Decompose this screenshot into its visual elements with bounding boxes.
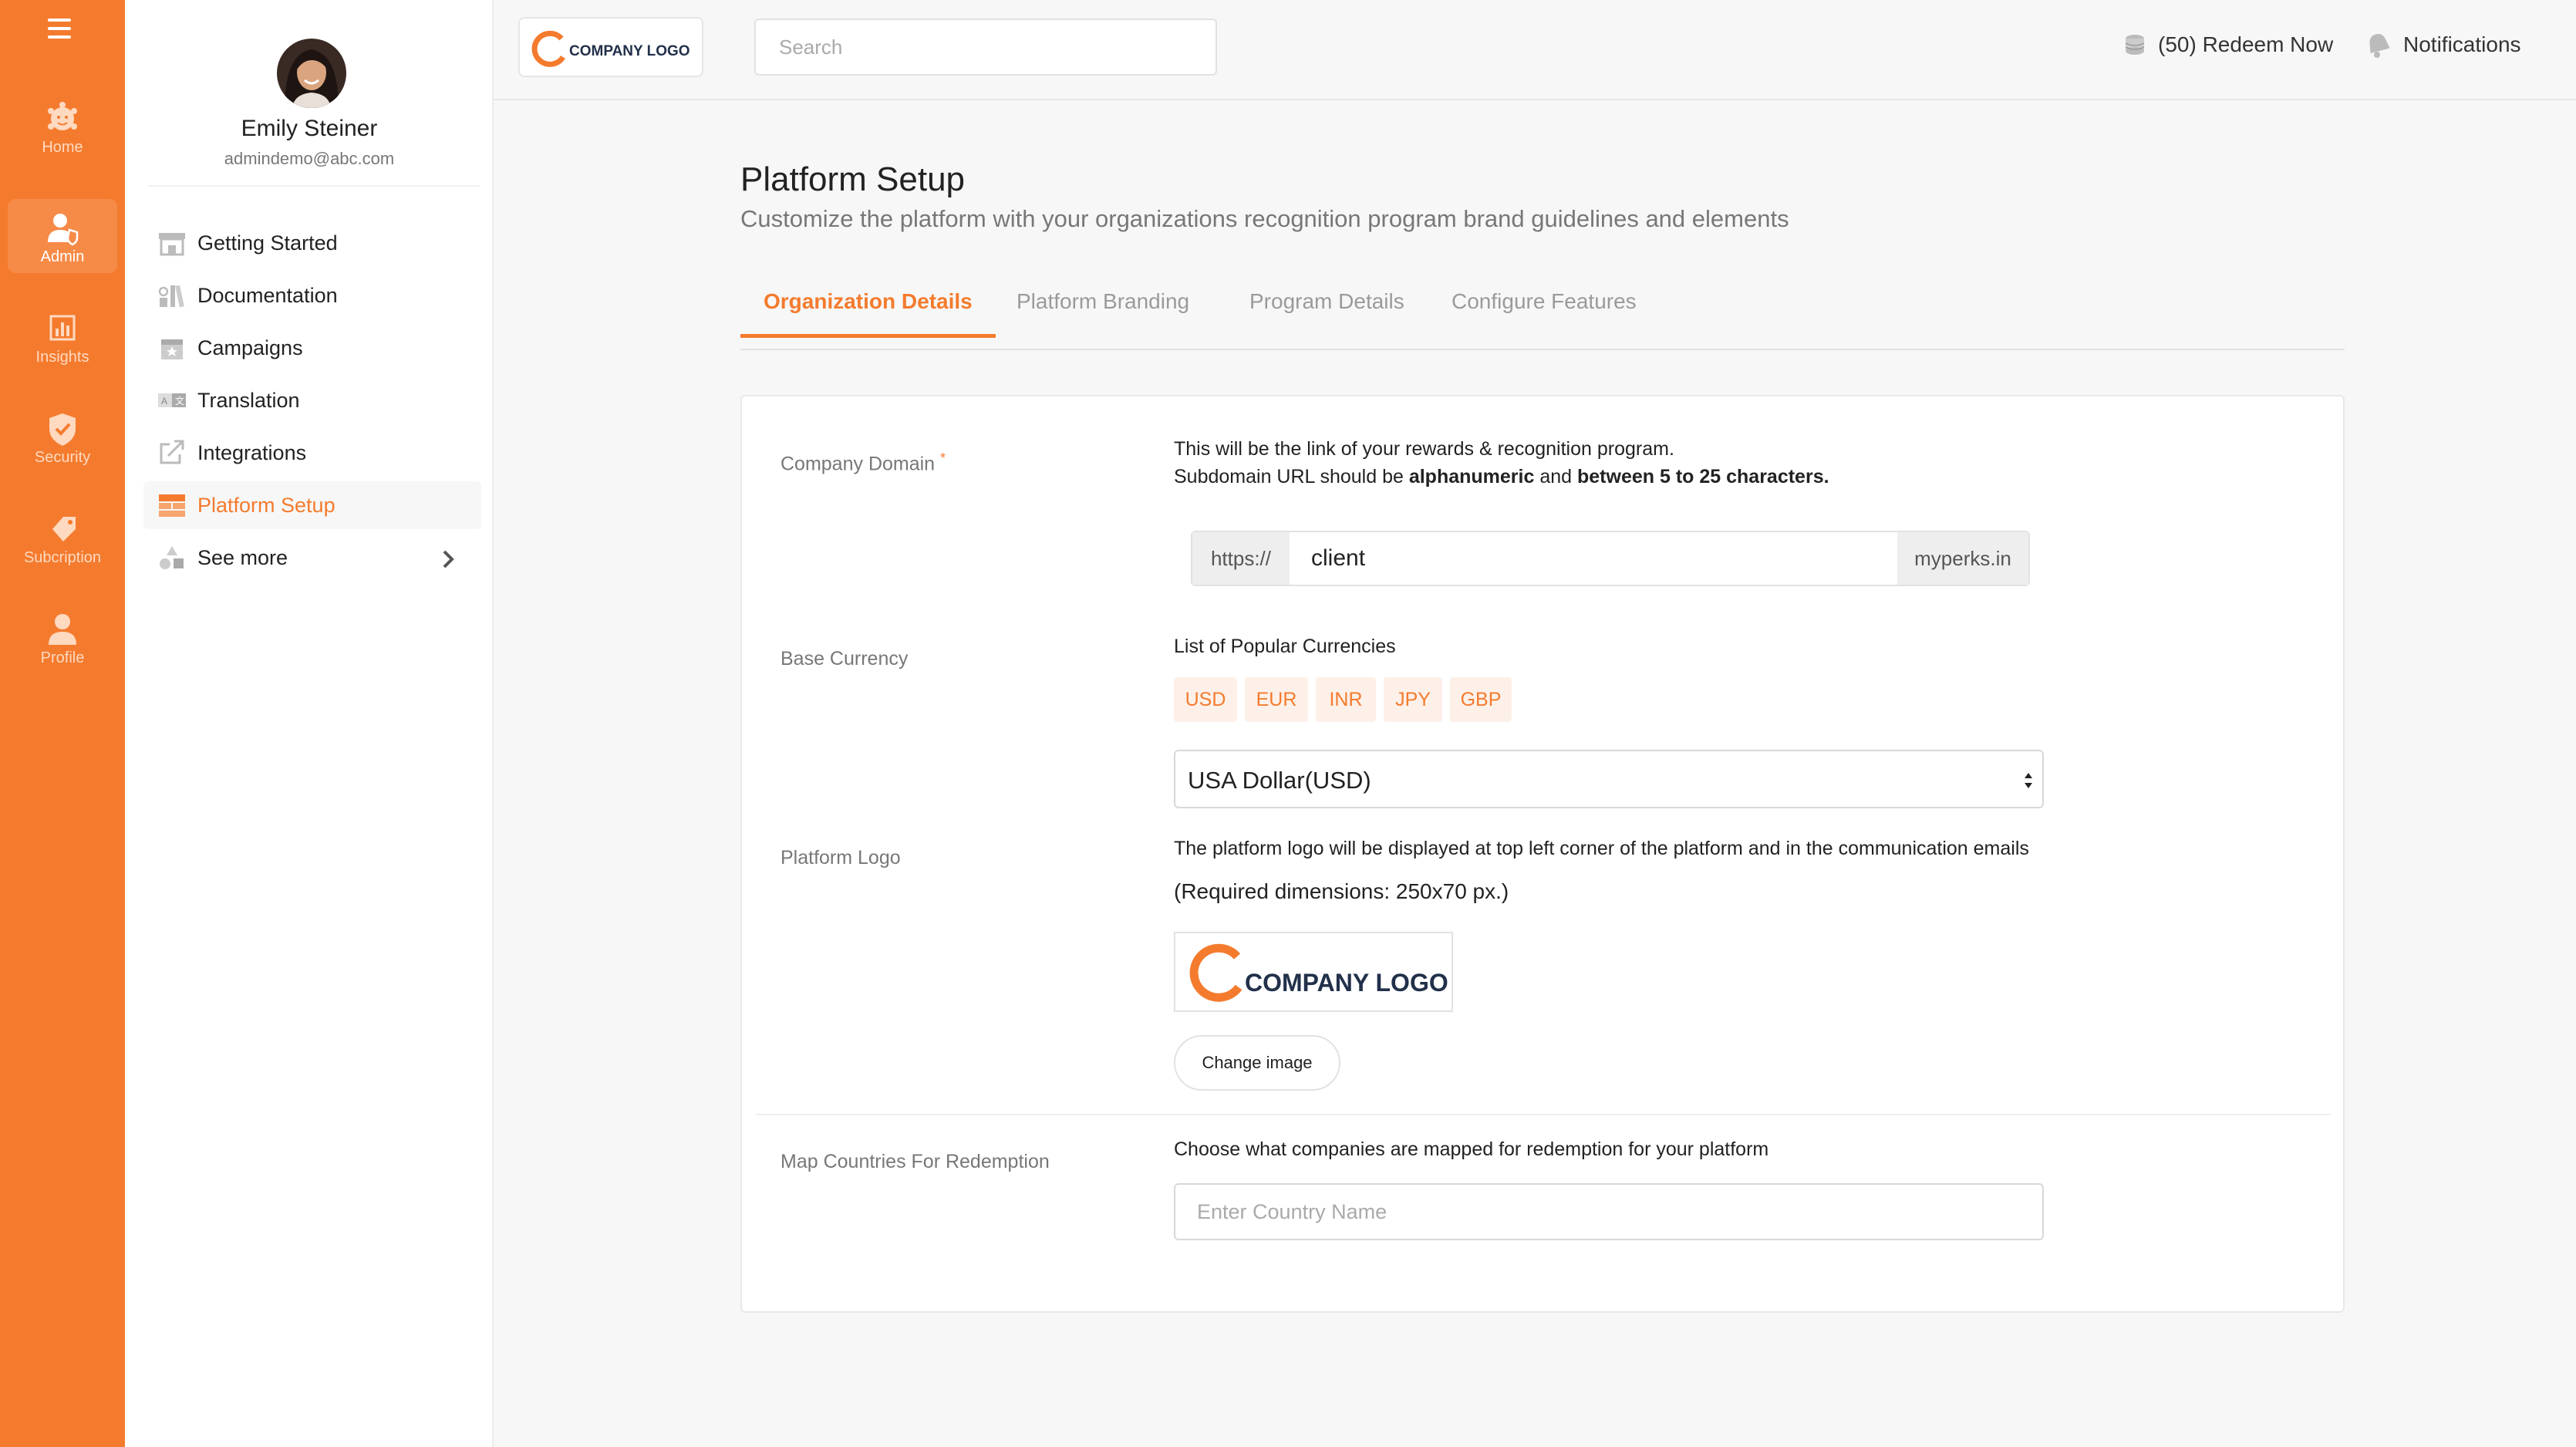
country-name-input[interactable] — [1174, 1183, 2044, 1240]
domain-url-group: https:// myperks.in — [1191, 531, 2030, 586]
select-arrows-icon — [2025, 773, 2032, 788]
avatar-image — [277, 39, 346, 108]
user-email: admindemo@abc.com — [224, 149, 395, 168]
store-icon — [159, 233, 185, 256]
currency-chip-usd[interactable]: USD — [1174, 677, 1237, 722]
change-image-button[interactable]: Change image — [1174, 1035, 1340, 1091]
left-rail: Home Admin Insights Security Subcription — [0, 0, 125, 1447]
profile-icon — [49, 614, 76, 645]
translate-icon: A 文 — [158, 393, 186, 407]
rail-item-profile[interactable]: Profile — [8, 600, 117, 674]
sidebar-item-label: Getting Started — [197, 231, 338, 255]
user-name: Emily Steiner — [241, 116, 378, 141]
layout-icon — [159, 494, 185, 517]
calendar-star-icon — [161, 339, 183, 359]
subscription-icon — [52, 517, 76, 541]
hamburger-menu-icon[interactable] — [48, 19, 71, 39]
security-icon — [49, 413, 76, 446]
sidebar-item-platform-setup[interactable]: Platform Setup — [143, 481, 481, 529]
shapes-icon — [160, 546, 184, 569]
tab-organization-details[interactable]: Organization Details — [740, 282, 996, 338]
currency-chip-inr[interactable]: INR — [1316, 677, 1376, 722]
popular-currencies-label: List of Popular Currencies — [1174, 636, 1396, 657]
platform-logo-preview: COMPANY LOGO — [1174, 932, 1453, 1012]
avatar[interactable] — [277, 39, 346, 108]
rail-item-admin[interactable]: Admin — [8, 199, 117, 273]
url-suffix: myperks.in — [1897, 532, 2028, 585]
company-domain-label: Company Domain * — [781, 450, 946, 475]
sidebar: Emily Steiner admindemo@abc.com Getting … — [125, 0, 494, 1447]
platform-logo-label: Platform Logo — [781, 847, 901, 869]
coins-icon — [2125, 35, 2145, 55]
subdomain-input[interactable] — [1290, 532, 1919, 585]
rail-item-subscription[interactable]: Subcription — [8, 500, 117, 574]
rail-label: Insights — [35, 349, 89, 366]
organization-details-card: Company Domain * This will be the link o… — [740, 395, 2345, 1313]
rail-label: Security — [34, 449, 91, 466]
tab-platform-branding[interactable]: Platform Branding — [993, 282, 1212, 338]
sidebar-item-label: See more — [197, 546, 288, 569]
company-logo[interactable]: COMPANY LOGO — [518, 17, 703, 77]
search-input[interactable] — [754, 19, 1217, 76]
domain-rules-text: Subdomain URL should be alphanumeric and… — [1174, 466, 1829, 487]
sidebar-item-documentation[interactable]: Documentation — [143, 272, 481, 319]
divider — [756, 1114, 2331, 1115]
admin-icon — [48, 214, 79, 246]
tab-program-details[interactable]: Program Details — [1226, 282, 1428, 338]
logo-mark-icon — [1189, 943, 1242, 1002]
sidebar-item-label: Integrations — [197, 441, 307, 464]
base-currency-label: Base Currency — [781, 648, 909, 670]
page-title: Platform Setup — [740, 160, 966, 198]
rail-item-security[interactable]: Security — [8, 400, 117, 474]
logo-text: COMPANY LOGO — [569, 43, 690, 59]
logo-help-text: The platform logo will be displayed at t… — [1174, 838, 2029, 859]
sidebar-item-translation[interactable]: A 文 Translation — [143, 376, 481, 424]
rail-item-insights[interactable]: Insights — [8, 299, 117, 373]
sidebar-item-label: Documentation — [197, 284, 338, 307]
tab-bar: Organization Details Platform Branding P… — [740, 270, 2345, 350]
home-icon — [48, 102, 77, 130]
tab-configure-features[interactable]: Configure Features — [1428, 282, 1660, 338]
bell-icon — [2369, 34, 2390, 58]
redeem-now-label: (50) Redeem Now — [2158, 32, 2334, 56]
rail-label: Admin — [40, 248, 85, 265]
sidebar-item-campaigns[interactable]: Campaigns — [143, 324, 481, 372]
currency-chip-gbp[interactable]: GBP — [1450, 677, 1512, 722]
top-header: COMPANY LOGO (50) Redeem Now Notificatio… — [494, 0, 2576, 100]
rail-label: Home — [42, 139, 83, 156]
sidebar-item-see-more[interactable]: See more — [143, 534, 481, 582]
notifications-label: Notifications — [2403, 32, 2521, 56]
logo-dimensions-text: (Required dimensions: 250x70 px.) — [1174, 879, 1509, 903]
sidebar-item-getting-started[interactable]: Getting Started — [143, 219, 481, 267]
books-icon — [158, 285, 184, 308]
logo-preview-text: COMPANY LOGO — [1245, 969, 1448, 997]
rail-label: Subcription — [23, 549, 102, 566]
chevron-right-icon[interactable] — [438, 548, 458, 571]
domain-help-text: This will be the link of your rewards & … — [1174, 438, 1674, 460]
sidebar-item-integrations[interactable]: Integrations — [143, 429, 481, 477]
currency-chip-eur[interactable]: EUR — [1245, 677, 1308, 722]
logo-mark-icon — [531, 30, 565, 67]
currency-selected-value: USA Dollar(USD) — [1188, 767, 1371, 794]
external-link-icon — [160, 440, 184, 464]
countries-help-text: Choose what companies are mapped for red… — [1174, 1138, 1769, 1160]
url-prefix: https:// — [1192, 532, 1290, 585]
currency-chip-jpy[interactable]: JPY — [1384, 677, 1442, 722]
page-subtitle: Customize the platform with your organiz… — [740, 205, 1789, 232]
sidebar-item-label: Translation — [197, 389, 300, 412]
divider — [148, 185, 480, 187]
rail-label: Profile — [40, 649, 85, 666]
sidebar-item-label: Campaigns — [197, 336, 303, 359]
map-countries-label: Map Countries For Redemption — [781, 1151, 1050, 1172]
svg-text:A: A — [161, 396, 167, 406]
currency-select[interactable]: USA Dollar(USD) — [1174, 750, 2044, 808]
insights-icon — [49, 315, 76, 341]
sidebar-item-label: Platform Setup — [197, 494, 335, 517]
required-mark: * — [940, 450, 946, 466]
svg-text:文: 文 — [175, 395, 184, 406]
rail-item-home[interactable]: Home — [8, 89, 117, 164]
